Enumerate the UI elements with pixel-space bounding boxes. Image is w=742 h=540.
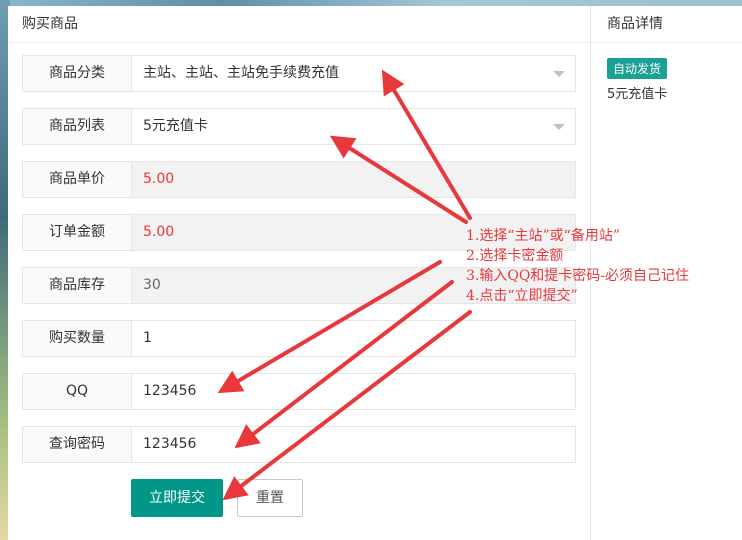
unit-price-label: 商品单价: [22, 161, 132, 198]
form-row-category: 商品分类 主站、主站、主站免手续费充值: [22, 55, 576, 92]
category-label: 商品分类: [22, 55, 132, 92]
product-list-label: 商品列表: [22, 108, 132, 145]
qq-label: QQ: [22, 373, 132, 410]
stock-label: 商品库存: [22, 267, 132, 304]
unit-price-field: 5.00: [131, 161, 576, 198]
form-row-product-list: 商品列表 5元充值卡: [22, 108, 576, 145]
chevron-down-icon: [553, 124, 565, 130]
submit-button[interactable]: 立即提交: [131, 479, 223, 517]
form-row-query-password: 查询密码 123456: [22, 426, 576, 463]
query-password-input[interactable]: 123456: [131, 426, 576, 463]
category-select-value: 主站、主站、主站免手续费充值: [143, 65, 339, 81]
order-amount-label: 订单金额: [22, 214, 132, 251]
auto-delivery-badge: 自动发货: [607, 58, 668, 79]
reset-button[interactable]: 重置: [237, 479, 303, 517]
form-row-qq: QQ 123456: [22, 373, 576, 410]
instruction-step-3: 3.输入QQ和提卡密码-必须自己记住: [466, 268, 690, 284]
query-password-label: 查询密码: [22, 426, 132, 463]
product-detail-title: 商品详情: [591, 6, 742, 43]
qq-input[interactable]: 123456: [131, 373, 576, 410]
form-row-quantity: 购买数量 1: [22, 320, 576, 357]
instruction-step-4: 4.点击“立即提交”: [466, 288, 578, 304]
instruction-step-2: 2.选择卡密金额: [466, 248, 564, 264]
detail-product-name: 5元充值卡: [607, 87, 668, 102]
instruction-step-1: 1.选择“主站”或“备用站”: [466, 228, 620, 244]
chevron-down-icon: [553, 71, 565, 77]
purchase-panel-title: 购买商品: [8, 6, 590, 43]
category-select[interactable]: 主站、主站、主站免手续费充值: [131, 55, 576, 92]
instruction-annotation: 1.选择“主站”或“备用站” 2.选择卡密金额 3.输入QQ和提卡密码-必须自己…: [466, 226, 736, 306]
product-list-select[interactable]: 5元充值卡: [131, 108, 576, 145]
product-list-select-value: 5元充值卡: [143, 118, 208, 134]
quantity-input[interactable]: 1: [131, 320, 576, 357]
quantity-label: 购买数量: [22, 320, 132, 357]
form-row-unit-price: 商品单价 5.00: [22, 161, 576, 198]
